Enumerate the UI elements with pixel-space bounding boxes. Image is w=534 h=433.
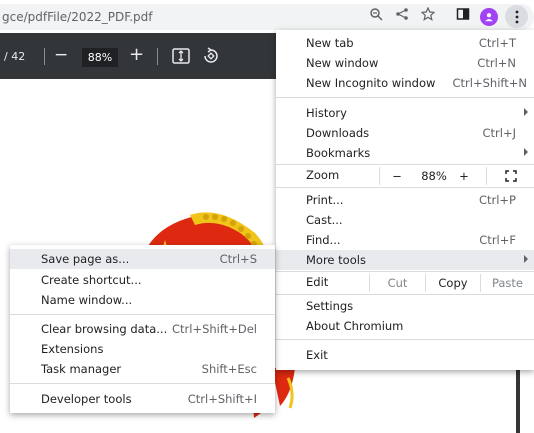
- url-text[interactable]: gce/pdfFile/2022_PDF.pdf: [2, 10, 153, 24]
- menu-divider: [10, 383, 275, 384]
- menu-item-downloads[interactable]: Downloads Ctrl+J: [276, 123, 534, 143]
- menu-divider: [10, 314, 275, 315]
- submenu-item-task-manager[interactable]: Task manager Shift+Esc: [10, 359, 275, 379]
- menu-zoom-out-button[interactable]: −: [380, 165, 414, 187]
- menu-item-bookmarks[interactable]: Bookmarks: [276, 143, 534, 163]
- submenu-arrow-icon: [524, 255, 528, 263]
- menu-item-new-tab[interactable]: New tab Ctrl+T: [276, 33, 534, 53]
- bookmark-star-icon[interactable]: [418, 4, 438, 24]
- menu-item-new-window[interactable]: New window Ctrl+N: [276, 53, 534, 73]
- zoom-icon[interactable]: [366, 4, 386, 24]
- more-tools-submenu: Save page as... Ctrl+S Create shortcut..…: [10, 245, 275, 413]
- submenu-item-save-page[interactable]: Save page as... Ctrl+S: [10, 249, 275, 269]
- menu-divider: [276, 294, 534, 295]
- edit-paste-button[interactable]: Paste: [481, 272, 534, 294]
- submenu-arrow-icon: [524, 108, 528, 116]
- menu-item-history[interactable]: History: [276, 103, 534, 123]
- zoom-level-input[interactable]: 88%: [82, 48, 118, 67]
- share-icon[interactable]: [392, 4, 412, 24]
- app-menu: New tab Ctrl+T New window Ctrl+N New Inc…: [276, 30, 534, 370]
- fit-to-page-icon[interactable]: [172, 48, 190, 64]
- menu-divider: [276, 97, 534, 98]
- menu-item-about-chromium[interactable]: About Chromium: [276, 316, 534, 336]
- menu-item-print[interactable]: Print... Ctrl+P: [276, 190, 534, 210]
- menu-item-find[interactable]: Find... Ctrl+F: [276, 230, 534, 250]
- zoom-out-button[interactable]: −: [54, 45, 68, 65]
- menu-divider: [276, 339, 534, 340]
- edit-row: Edit Cut Copy Paste: [276, 272, 534, 294]
- submenu-arrow-icon: [524, 148, 528, 156]
- profile-icon[interactable]: [480, 8, 498, 26]
- submenu-item-developer-tools[interactable]: Developer tools Ctrl+Shift+I: [10, 389, 275, 409]
- edit-copy-button[interactable]: Copy: [426, 272, 480, 294]
- menu-divider: [276, 187, 534, 188]
- menu-item-exit[interactable]: Exit: [276, 345, 534, 365]
- menu-item-cast[interactable]: Cast...: [276, 210, 534, 230]
- submenu-item-create-shortcut[interactable]: Create shortcut...: [10, 270, 275, 290]
- menu-item-settings[interactable]: Settings: [276, 296, 534, 316]
- menu-zoom-in-button[interactable]: +: [454, 165, 474, 187]
- kebab-menu-icon[interactable]: [505, 5, 528, 28]
- submenu-item-clear-browsing-data[interactable]: Clear browsing data... Ctrl+Shift+Del: [10, 319, 275, 339]
- rotate-icon[interactable]: [202, 47, 220, 65]
- menu-zoom-value: 88%: [421, 169, 447, 183]
- menu-item-new-incognito-window[interactable]: New Incognito window Ctrl+Shift+N: [276, 73, 534, 93]
- toolbar-divider: [44, 48, 45, 65]
- side-panel-icon[interactable]: [453, 4, 473, 24]
- toolbar-divider: [157, 48, 158, 65]
- zoom-in-button[interactable]: +: [129, 44, 144, 65]
- page-count: / 42: [4, 50, 26, 63]
- pdf-scrollbar[interactable]: [516, 368, 520, 433]
- submenu-item-name-window[interactable]: Name window...: [10, 290, 275, 310]
- edit-cut-button[interactable]: Cut: [370, 272, 425, 294]
- zoom-row: Zoom − 88% +: [276, 165, 534, 187]
- edit-label: Edit: [306, 275, 329, 289]
- menu-item-more-tools[interactable]: More tools: [276, 250, 534, 270]
- fullscreen-icon[interactable]: [487, 165, 534, 187]
- browser-toolbar: gce/pdfFile/2022_PDF.pdf: [0, 0, 534, 33]
- submenu-item-extensions[interactable]: Extensions: [10, 339, 275, 359]
- zoom-label: Zoom: [306, 168, 340, 182]
